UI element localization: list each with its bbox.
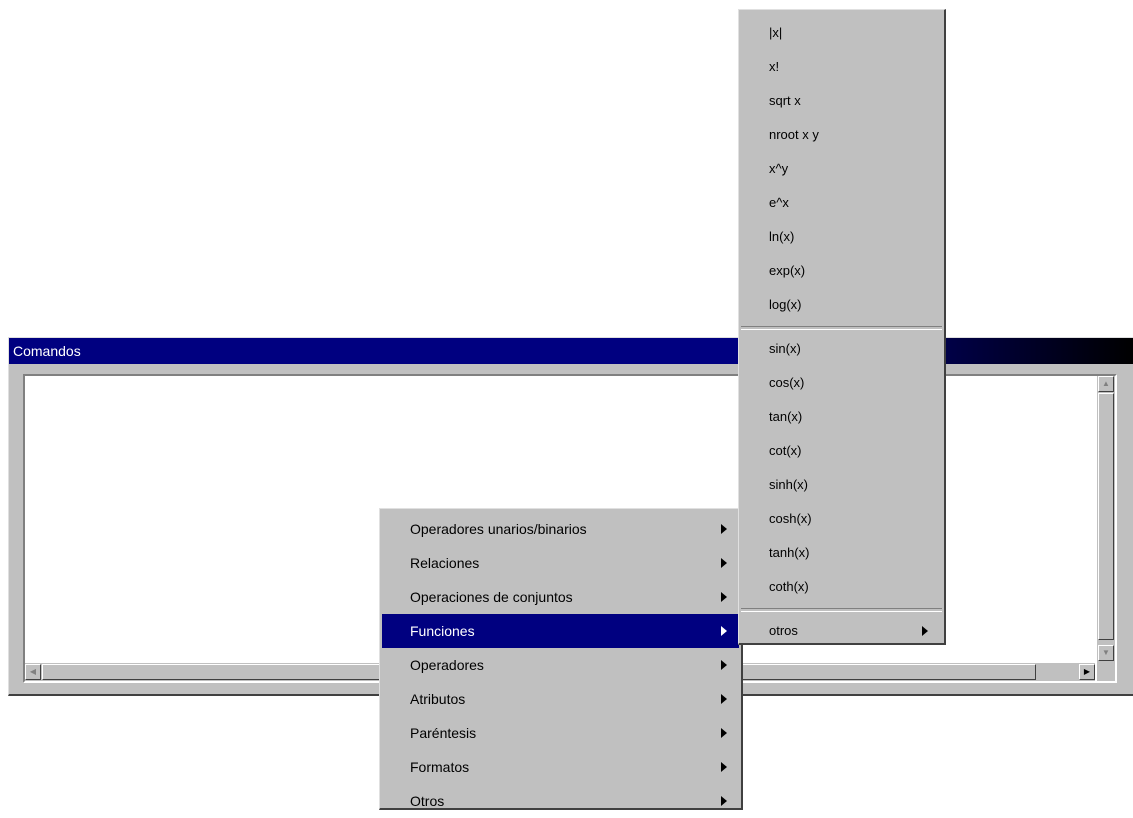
menu-item-label: Operaciones de conjuntos — [410, 589, 573, 605]
menu-item-label: Funciones — [410, 623, 475, 639]
menu-item-otros[interactable]: Otros — [382, 784, 739, 818]
function-item-label: cosh(x) — [769, 511, 812, 526]
function-item-label: sin(x) — [769, 341, 801, 356]
function-item-tanh-x[interactable]: tanh(x) — [741, 536, 942, 570]
function-item-label: x^y — [769, 161, 789, 176]
scroll-right-icon[interactable]: ▶ — [1079, 664, 1095, 680]
function-item-x[interactable]: |x| — [741, 16, 942, 50]
function-item-sinh-x[interactable]: sinh(x) — [741, 468, 942, 502]
function-item-label: tan(x) — [769, 409, 803, 424]
submenu-arrow-icon — [721, 592, 727, 602]
menu-separator — [741, 608, 942, 612]
scroll-up-icon[interactable]: ▲ — [1098, 376, 1114, 392]
menu-item-label: Operadores unarios/binarios — [410, 521, 587, 537]
function-item-exp-x[interactable]: exp(x) — [741, 254, 942, 288]
function-item-label: x! — [769, 59, 780, 74]
function-item-e-x[interactable]: e^x — [741, 186, 942, 220]
menu-item-label: Atributos — [410, 691, 466, 707]
submenu-arrow-icon — [922, 626, 928, 636]
submenu-arrow-icon — [721, 694, 727, 704]
function-item-sin-x[interactable]: sin(x) — [741, 332, 942, 366]
function-item-cot-x[interactable]: cot(x) — [741, 434, 942, 468]
menu-item-funciones[interactable]: Funciones — [382, 614, 739, 648]
function-item-label: sinh(x) — [769, 477, 809, 492]
function-item-label: e^x — [769, 195, 789, 210]
function-item-tan-x[interactable]: tan(x) — [741, 400, 942, 434]
function-item-cosh-x[interactable]: cosh(x) — [741, 502, 942, 536]
submenu-arrow-icon — [721, 524, 727, 534]
menu-item-label: Formatos — [410, 759, 470, 775]
function-item-ln-x[interactable]: ln(x) — [741, 220, 942, 254]
function-item-label: cot(x) — [769, 443, 802, 458]
menu-item-paréntesis[interactable]: Paréntesis — [382, 716, 739, 750]
function-item-label: cos(x) — [769, 375, 805, 390]
menu-item-label: Otros — [410, 793, 445, 809]
function-item-label: |x| — [769, 25, 783, 40]
function-item-nroot-x-y[interactable]: nroot x y — [741, 118, 942, 152]
function-item-x-y[interactable]: x^y — [741, 152, 942, 186]
submenu-arrow-icon — [721, 660, 727, 670]
function-item-label: ln(x) — [769, 229, 795, 244]
menu-item-formatos[interactable]: Formatos — [382, 750, 739, 784]
window-title: Comandos — [9, 338, 1133, 364]
submenu-arrow-icon — [721, 728, 727, 738]
function-item-label: log(x) — [769, 297, 802, 312]
scroll-left-icon[interactable]: ◀ — [25, 664, 41, 680]
function-item-label: nroot x y — [769, 127, 819, 142]
vertical-scroll-thumb[interactable] — [1098, 393, 1114, 640]
function-item-sqrt-x[interactable]: sqrt x — [741, 84, 942, 118]
menu-item-label: Paréntesis — [410, 725, 477, 741]
submenu-arrow-icon — [721, 558, 727, 568]
submenu-arrow-icon — [721, 796, 727, 806]
menu-item-operadores-unarios-binarios[interactable]: Operadores unarios/binarios — [382, 512, 739, 546]
scroll-corner — [1097, 661, 1115, 681]
functions-submenu: |x| x! sqrt x nroot x y x^y e^x ln(x) exp(x) log… — [738, 9, 946, 645]
function-item-log-x[interactable]: log(x) — [741, 288, 942, 322]
context-menu: Operadores unarios/binarios Relaciones Ope… — [379, 508, 743, 810]
function-item-label: tanh(x) — [769, 545, 810, 560]
function-item-label: sqrt x — [769, 93, 801, 108]
function-item-label: coth(x) — [769, 579, 809, 594]
menu-item-label: Operadores — [410, 657, 484, 673]
menu-item-atributos[interactable]: Atributos — [382, 682, 739, 716]
function-item-cos-x[interactable]: cos(x) — [741, 366, 942, 400]
vertical-scrollbar[interactable]: ▲ ▼ — [1097, 376, 1115, 661]
submenu-arrow-icon — [721, 626, 727, 636]
submenu-arrow-icon — [721, 762, 727, 772]
function-item-label: exp(x) — [769, 263, 806, 278]
function-item-otros[interactable]: otros — [741, 614, 942, 648]
function-item-coth-x[interactable]: coth(x) — [741, 570, 942, 604]
scroll-down-icon[interactable]: ▼ — [1098, 645, 1114, 661]
menu-item-label: Relaciones — [410, 555, 480, 571]
function-item-x[interactable]: x! — [741, 50, 942, 84]
menu-item-operadores[interactable]: Operadores — [382, 648, 739, 682]
menu-item-relaciones[interactable]: Relaciones — [382, 546, 739, 580]
function-item-label: otros — [769, 623, 798, 638]
menu-item-operaciones-de-conjuntos[interactable]: Operaciones de conjuntos — [382, 580, 739, 614]
menu-separator — [741, 326, 942, 330]
